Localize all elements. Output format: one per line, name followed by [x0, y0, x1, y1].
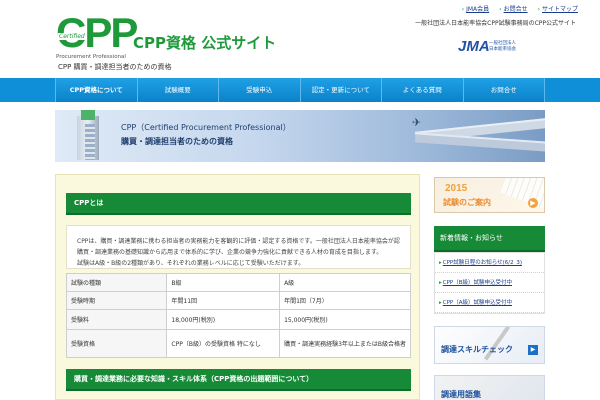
banner-highway-graphic-2: [414, 132, 545, 154]
table-cell: 受験資格: [65, 329, 168, 358]
banner-title-jp: 購買・調達担当者のための資格: [121, 137, 233, 146]
table-row: 受験時期 年間11回 年間1回（7月）: [65, 291, 411, 310]
table-row: 受験料 18,000円(税別) 15,000円(税別): [65, 309, 411, 330]
banner-title-en: CPP（Certified Procurement Professional）: [121, 123, 291, 132]
logo-certified-label: Certified: [58, 33, 86, 40]
nav-item-faq[interactable]: よくある質問: [381, 78, 463, 102]
news-item[interactable]: CPP試験日程のお知らせ(6/2_3): [435, 253, 544, 273]
promo-label: 試験のご案内: [443, 198, 491, 207]
jma-org-name: 一般社団法人 日本能率協会: [489, 41, 516, 53]
table-cell: 18,000円(税別): [166, 309, 281, 330]
table-cell: 年間11回: [166, 291, 281, 310]
table-cell: 受験料: [65, 309, 168, 330]
nav-item-about[interactable]: CPP資格について: [55, 78, 137, 102]
exam-spec-table: 試験の種類 B級 A級 受験時期 年間11回 年間1回（7月） 受験料 18,0…: [65, 273, 411, 358]
skill-check-banner[interactable]: 調達スキルチェック ▶: [434, 326, 545, 364]
table-cell: 購買・調達実務経験3年以上またはB級合格者: [279, 329, 411, 358]
table-cell: B級: [166, 273, 281, 292]
glossary-banner[interactable]: 調達用語集: [434, 375, 545, 400]
banner-building-top-graphic: [81, 110, 95, 120]
cpp-logo[interactable]: CPP Certified Procurement Professional: [56, 12, 138, 61]
site-header: CPP Certified Procurement Professional C…: [0, 0, 600, 78]
header-note: 一般社団法人日本能率協会CPP試験事務局のCPP公式サイト: [415, 20, 576, 27]
hero-banner: ✈ CPP（Certified Procurement Professional…: [55, 110, 545, 162]
jma-org-line-2: 日本能率協会: [489, 47, 516, 52]
table-cell: 試験の種類: [65, 273, 168, 292]
arrow-right-icon: ▶: [528, 198, 538, 208]
promo-year: 2015: [445, 183, 468, 194]
contact-link[interactable]: お問合せ: [499, 4, 528, 13]
intro-line: 試験はA級・B級の2種類があり、それぞれの業務レベルに応じて受験いただけます。: [77, 260, 305, 267]
airplane-icon: ✈: [412, 116, 422, 129]
site-title: CPP資格 公式サイト: [133, 34, 277, 52]
news-item[interactable]: CPP（B級）試験申込受付中: [435, 273, 544, 293]
section-heading-skills: 購買・調達業務に必要な知識・スキル体系（CPP資格の出題範囲について）: [66, 369, 411, 391]
jma-member-link[interactable]: JMA会員: [462, 4, 489, 13]
table-cell: CPP（B級）の受験資格 特になし: [166, 329, 281, 358]
jma-logo[interactable]: JMA 一般社団法人 日本能率協会: [458, 38, 548, 56]
nav-item-contact[interactable]: お問合せ: [462, 78, 545, 102]
news-heading: 新着情報・お知らせ: [434, 226, 545, 252]
exam-info-banner[interactable]: 2015 試験のご案内 ▶: [434, 177, 545, 213]
utility-links: JMA会員 お問合せ サイトマップ: [462, 4, 578, 13]
paper-graphic: [500, 178, 544, 210]
arrow-right-icon: ▶: [528, 345, 538, 355]
table-row: 試験の種類 B級 A級: [65, 273, 411, 292]
intro-line: 購買・調達業務の基礎知識から応用まで体系的に学び、企業の競争力強化に貢献できる人…: [77, 249, 383, 256]
news-item[interactable]: CPP（A級）試験申込受付中: [435, 293, 544, 313]
table-cell: 年間1回（7月）: [279, 291, 411, 310]
site-tagline: CPP 購買・調達担当者のための資格: [58, 63, 172, 71]
skill-check-label: 調達スキルチェック: [441, 345, 513, 354]
nav-item-certification[interactable]: 認定・更新について: [299, 78, 381, 102]
global-nav: CPP資格について 試験概要 受験申込 認定・更新について よくある質問 お問合…: [0, 78, 600, 102]
intro-text: CPPは、購買・調達業務に携わる担当者の実務能力を客観的に評価・認定する資格です…: [66, 225, 411, 269]
intro-line: CPPは、購買・調達業務に携わる担当者の実務能力を客観的に評価・認定する資格です…: [77, 238, 400, 245]
glossary-label: 調達用語集: [441, 390, 481, 399]
main-content: CPPとは CPPは、購買・調達業務に携わる担当者の実務能力を客観的に評価・認定…: [55, 174, 420, 400]
table-cell: 受験時期: [65, 291, 168, 310]
banner-building-windows-graphic: [85, 124, 95, 160]
logo-subtitle: Procurement Professional: [56, 54, 126, 60]
nav-item-exam-overview[interactable]: 試験概要: [136, 78, 218, 102]
table-cell: 15,000円(税別): [279, 309, 411, 330]
section-heading-about: CPPとは: [66, 193, 411, 215]
sitemap-link[interactable]: サイトマップ: [538, 4, 578, 13]
jma-mark: JMA: [458, 38, 490, 55]
nav-item-apply[interactable]: 受験申込: [218, 78, 300, 102]
table-cell: A級: [279, 273, 411, 292]
table-row: 受験資格 CPP（B級）の受験資格 特になし 購買・調達実務経験3年以上またはB…: [65, 329, 411, 358]
news-list: CPP試験日程のお知らせ(6/2_3) CPP（B級）試験申込受付中 CPP（A…: [434, 252, 545, 314]
